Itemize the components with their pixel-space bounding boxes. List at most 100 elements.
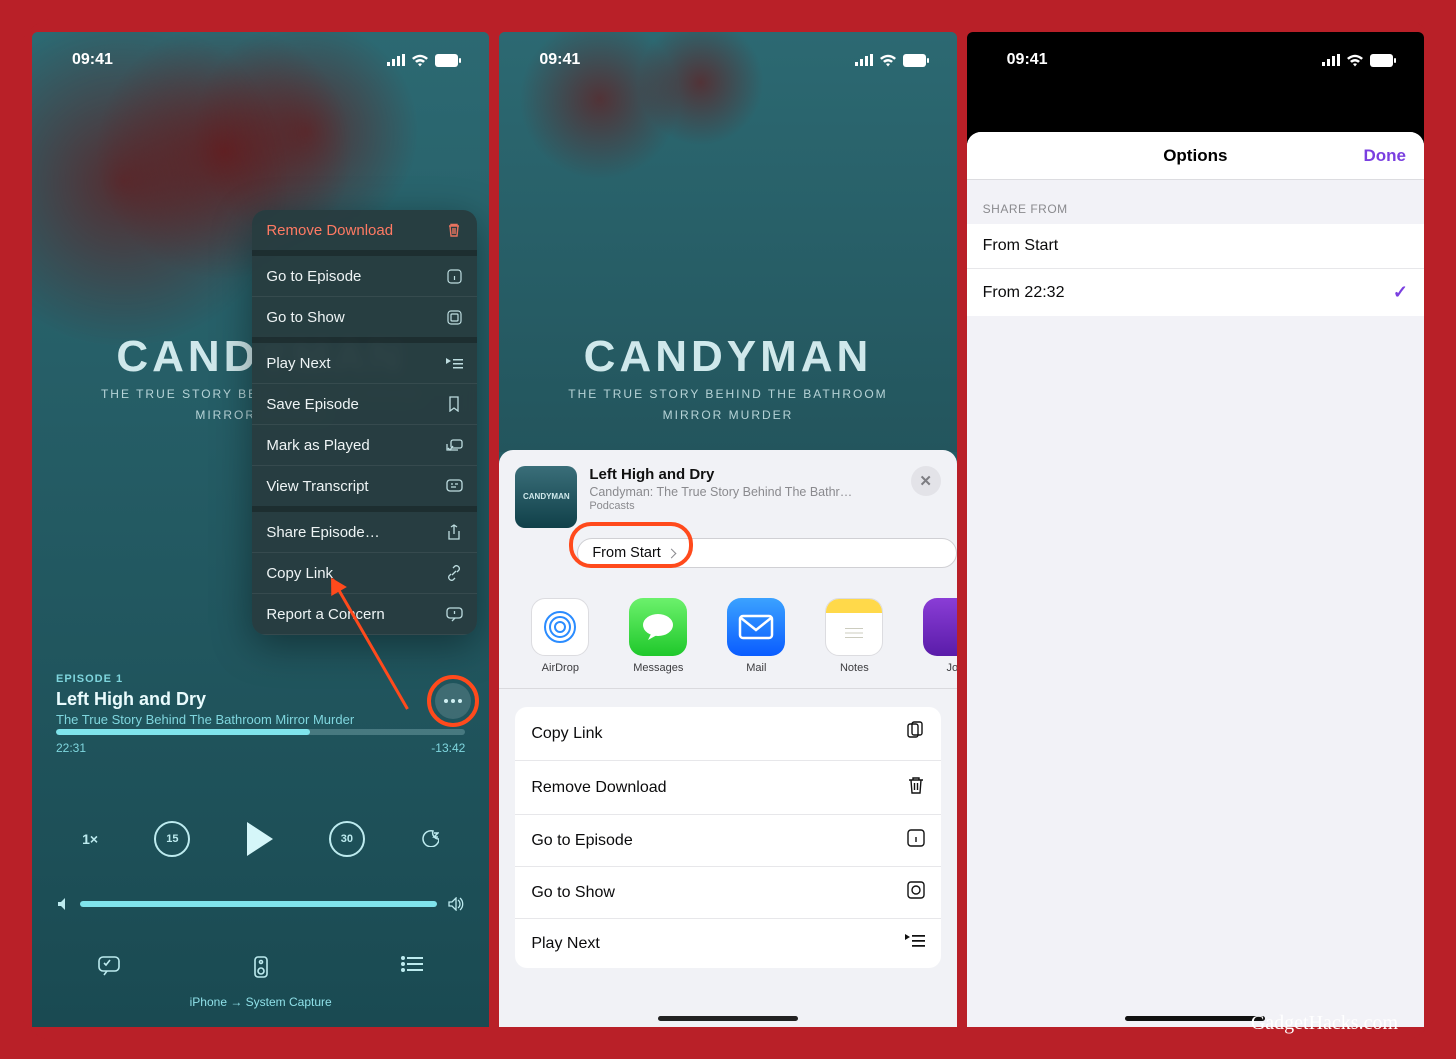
close-button[interactable]: ✕ [911, 466, 941, 496]
info-icon [445, 267, 463, 285]
phone-share-sheet: 09:41 CANDYMAN THE TRUE STORY BEHIND THE… [499, 32, 956, 1027]
airplay-button[interactable] [253, 956, 269, 983]
play-button[interactable] [247, 822, 273, 856]
audio-route[interactable]: iPhone → System Capture [32, 995, 489, 1009]
share-app-airdrop[interactable]: AirDrop [521, 598, 599, 674]
action-play-next[interactable]: Play Next [515, 919, 940, 968]
battery-icon [1370, 54, 1396, 67]
episode-title: Left High and Dry [56, 689, 429, 710]
share-sheet: CANDYMAN Left High and Dry Candyman: The… [499, 450, 956, 1027]
share-app-notes[interactable]: Notes [815, 598, 893, 674]
artwork-text: CANDYMAN THE TRUE STORY BEHIND THE BATHR… [499, 332, 956, 424]
volume-low-icon [56, 897, 70, 911]
option-from-time[interactable]: From 22:32 ✓ [967, 269, 1424, 316]
menu-report[interactable]: Report a Concern [252, 594, 477, 635]
episode-info: EPISODE 1 Left High and Dry The True Sto… [56, 673, 429, 727]
volume-high-icon [447, 897, 465, 911]
status-icons [1322, 54, 1396, 67]
transcript-icon [445, 477, 463, 495]
phone-options: 09:41 Options Done SHARE FROM From Start… [967, 32, 1424, 1027]
report-icon [445, 605, 463, 623]
play-next-icon [905, 933, 925, 954]
done-button[interactable]: Done [1363, 146, 1406, 166]
context-menu: Remove Download Go to Episode Go to Show… [252, 210, 477, 635]
option-label: From Start [983, 237, 1059, 255]
menu-label: Report a Concern [266, 606, 384, 623]
menu-copy-link[interactable]: Copy Link [252, 553, 477, 594]
menu-label: Go to Show [266, 309, 344, 326]
wifi-icon [411, 54, 429, 67]
sleep-timer-button[interactable] [421, 829, 439, 850]
checkmark-icon: ✓ [1393, 282, 1408, 303]
menu-goto-show[interactable]: Go to Show [252, 297, 477, 343]
notes-icon [825, 598, 883, 656]
status-bar: 09:41 [499, 38, 956, 82]
menu-label: Save Episode [266, 396, 359, 413]
skip-forward-button[interactable]: 30 [329, 821, 365, 857]
home-indicator[interactable] [658, 1016, 798, 1021]
scrubber[interactable]: 22:31 -13:42 [56, 729, 465, 755]
menu-mark-played[interactable]: Mark as Played [252, 425, 477, 466]
share-title: Left High and Dry [589, 466, 898, 483]
menu-remove-download[interactable]: Remove Download [252, 210, 477, 256]
share-app-mail[interactable]: Mail [717, 598, 795, 674]
options-sheet: Options Done SHARE FROM From Start From … [967, 132, 1424, 1027]
menu-play-next[interactable]: Play Next [252, 343, 477, 384]
lyrics-button[interactable] [98, 956, 120, 983]
status-icons [855, 54, 929, 67]
pill-label: From Start [592, 545, 660, 561]
action-goto-episode[interactable]: Go to Episode [515, 815, 940, 867]
menu-view-transcript[interactable]: View Transcript [252, 466, 477, 512]
options-header: Options Done [967, 132, 1424, 180]
played-icon [445, 436, 463, 454]
elapsed-time: 22:31 [56, 741, 86, 755]
menu-label: Go to Episode [266, 268, 361, 285]
playback-speed[interactable]: 1× [82, 831, 98, 847]
journal-icon [923, 598, 956, 656]
info-icon [907, 829, 925, 852]
menu-label: Play Next [266, 355, 330, 372]
menu-goto-episode[interactable]: Go to Episode [252, 256, 477, 297]
action-copy-link[interactable]: Copy Link [515, 707, 940, 761]
share-from-list: From Start From 22:32 ✓ [967, 224, 1424, 316]
status-bar: 09:41 [967, 38, 1424, 82]
battery-icon [435, 54, 461, 67]
status-bar: 09:41 [32, 38, 489, 82]
app-label: Jo [947, 662, 957, 674]
chevron-right-icon [666, 548, 676, 558]
share-icon [445, 523, 463, 541]
phone-now-playing: 09:41 CANDYMAN THE TRUE STORY BEHIND THE… [32, 32, 489, 1027]
share-app-messages[interactable]: Messages [619, 598, 697, 674]
artwork-sub1: THE TRUE STORY BEHIND THE BATHROOM [499, 386, 956, 403]
share-subtitle: Candyman: The True Story Behind The Bath… [589, 485, 898, 499]
status-time: 09:41 [539, 51, 580, 69]
options-title: Options [1163, 146, 1227, 166]
action-goto-show[interactable]: Go to Show [515, 867, 940, 919]
share-actions: Copy Link Remove Download Go to Episode … [515, 707, 940, 968]
share-thumbnail: CANDYMAN [515, 466, 577, 528]
queue-button[interactable] [401, 956, 423, 983]
remaining-time: -13:42 [431, 741, 465, 755]
grid-icon [445, 308, 463, 326]
volume-slider[interactable] [56, 897, 465, 911]
airdrop-icon [531, 598, 589, 656]
menu-save-episode[interactable]: Save Episode [252, 384, 477, 425]
share-from-pill[interactable]: From Start [577, 538, 956, 568]
app-label: Messages [633, 662, 683, 674]
share-source: Podcasts [589, 500, 898, 512]
grid-icon [907, 881, 925, 904]
transport-controls: 1× 15 30 [32, 821, 489, 857]
action-label: Remove Download [531, 779, 666, 797]
action-remove-download[interactable]: Remove Download [515, 761, 940, 815]
menu-share-episode[interactable]: Share Episode… [252, 512, 477, 553]
action-label: Go to Episode [531, 832, 632, 850]
copy-icon [905, 721, 925, 746]
home-indicator[interactable] [1125, 1016, 1265, 1021]
share-app-journal[interactable]: Jo [913, 598, 956, 674]
option-from-start[interactable]: From Start [967, 224, 1424, 269]
app-label: Mail [746, 662, 766, 674]
status-icons [387, 54, 461, 67]
action-label: Play Next [531, 935, 599, 953]
cellular-icon [1322, 54, 1340, 66]
skip-back-button[interactable]: 15 [154, 821, 190, 857]
